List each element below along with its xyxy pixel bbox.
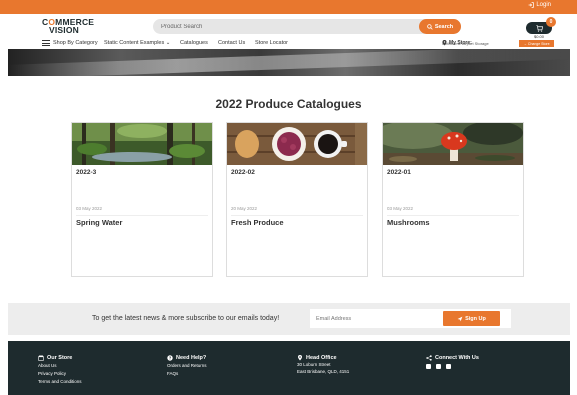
heading-label: Our Store (47, 355, 73, 361)
footer-heading-need-help: ? Need Help? (167, 354, 207, 362)
search-icon (427, 23, 433, 30)
catalogue-card[interactable]: 2022-3 03 May 2022 Spring Water (71, 122, 213, 277)
svg-text:?: ? (169, 356, 172, 361)
card-divider (387, 215, 519, 216)
footer-our-store: Our Store About Us Privacy Policy Terms … (38, 354, 82, 386)
top-bar: Login (0, 0, 577, 14)
share-icon (426, 355, 432, 361)
search-input[interactable] (161, 19, 416, 34)
footer-head-office: Head Office 30 Loburn Street East Brisba… (297, 354, 349, 375)
nav-catalogues[interactable]: Catalogues (180, 40, 208, 46)
menu-icon[interactable] (42, 40, 50, 46)
footer-link-about[interactable]: About Us (38, 362, 82, 370)
main-nav: Shop By Category Static Content Examples… (0, 39, 577, 49)
card-date: 03 May 2022 (76, 206, 103, 211)
location-pin-icon (298, 355, 302, 361)
heading-label: Need Help? (176, 355, 207, 361)
nav-static-content[interactable]: Static Content Examples ⌄ (104, 40, 170, 46)
address-line-2: East Brisbane, QLD, 4151 (297, 369, 350, 374)
forest-stream-photo (72, 123, 212, 165)
footer: Our Store About Us Privacy Policy Terms … (8, 341, 570, 395)
catalogue-card[interactable]: 2022-02 20 May 2022 Fresh Produce (226, 122, 368, 277)
footer-need-help: ? Need Help? Orders and Returns FAQs (167, 354, 207, 378)
logo-line2: VISION (49, 24, 80, 35)
paper-plane-icon (457, 316, 463, 321)
card-category: 2022-01 (387, 169, 411, 176)
search-bar: Search (153, 19, 461, 34)
catalogue-card[interactable]: 2022-01 03 May 2022 Mushrooms (382, 122, 524, 277)
footer-heading-head-office: Head Office (297, 354, 349, 362)
card-date: 03 May 2022 (387, 206, 414, 211)
footer-link-privacy[interactable]: Privacy Policy (38, 370, 82, 378)
footer-link-faqs[interactable]: FAQs (167, 370, 207, 378)
footer-heading-our-store: Our Store (38, 354, 82, 362)
card-category: 2022-3 (76, 169, 97, 176)
hero-banner (8, 49, 570, 76)
footer-connect: Connect With Us (426, 354, 479, 369)
help-icon: ? (167, 355, 173, 361)
footer-link-terms[interactable]: Terms and Conditions (38, 378, 82, 386)
newsletter-section: To get the latest news & more subscribe … (8, 303, 570, 335)
cart-count-badge: 0 (546, 17, 556, 27)
logo[interactable]: COMMERCE VISION (42, 18, 94, 35)
footer-heading-connect: Connect With Us (426, 354, 479, 362)
my-store-value: Melbourne Airport Storage (442, 41, 489, 46)
nav-shop-by-category[interactable]: Shop By Category (53, 40, 98, 46)
youtube-icon[interactable] (446, 364, 451, 369)
red-mushroom-photo (383, 123, 523, 165)
facebook-icon[interactable] (436, 364, 441, 369)
store-icon (38, 355, 44, 361)
my-store: My Store: Melbourne Airport Storage (442, 40, 489, 46)
card-category: 2022-02 (231, 169, 255, 176)
card-title[interactable]: Fresh Produce (231, 218, 284, 227)
social-icons (426, 364, 479, 369)
change-store-button[interactable]: → Change Store (519, 40, 554, 47)
search-button-label: Search (434, 23, 454, 30)
login-link[interactable]: Login (528, 2, 551, 8)
heading-label: Head Office (306, 355, 337, 361)
breakfast-table-photo (227, 123, 367, 165)
newsletter-text: To get the latest news & more subscribe … (92, 315, 280, 322)
search-button[interactable]: Search (419, 19, 461, 34)
card-divider (231, 215, 363, 216)
card-divider (76, 215, 208, 216)
nav-store-locator[interactable]: Store Locator (255, 40, 288, 46)
page-title: 2022 Produce Catalogues (215, 97, 362, 111)
sign-up-label: Sign Up (465, 315, 486, 322)
footer-link-orders[interactable]: Orders and Returns (167, 362, 207, 370)
login-label: Login (536, 2, 551, 8)
login-icon (528, 2, 535, 8)
cart-icon (535, 24, 543, 32)
card-title[interactable]: Mushrooms (387, 218, 430, 227)
instagram-icon[interactable] (426, 364, 431, 369)
card-date: 20 May 2022 (231, 206, 258, 211)
heading-label: Connect With Us (435, 355, 479, 361)
nav-contact[interactable]: Contact Us (218, 40, 245, 46)
card-title[interactable]: Spring Water (76, 218, 122, 227)
sign-up-button[interactable]: Sign Up (443, 311, 500, 326)
